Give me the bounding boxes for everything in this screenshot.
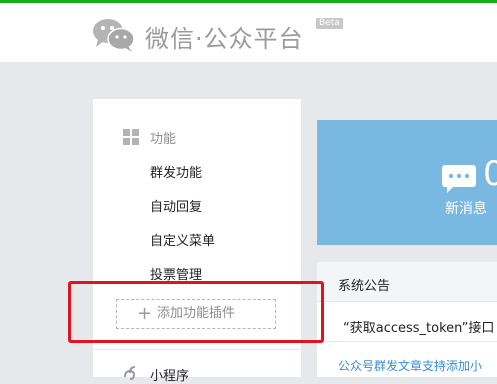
new-message-count: 0 (483, 154, 497, 194)
sidebar-divider (93, 349, 301, 350)
new-message-label: 新消息 (445, 201, 487, 217)
notice-item[interactable]: “获取access_token”接口 (343, 317, 494, 336)
sidebar-item-mass-send[interactable]: 群发功能 (150, 162, 202, 181)
header: 微信·公众平台 Beta (0, 3, 497, 62)
notice-divider (317, 341, 497, 342)
notice-header: 系统公告 (317, 262, 497, 302)
system-notice-panel: 系统公告 “获取access_token”接口 公众号群发文章支持添加小 (317, 262, 497, 377)
mini-program-icon (124, 366, 136, 380)
wechat-logo-icon[interactable] (92, 17, 136, 53)
sidebar-item-auto-reply[interactable]: 自动回复 (150, 196, 202, 215)
sidebar-item-custom-menu[interactable]: 自定义菜单 (150, 230, 215, 249)
brand-title: 微信·公众平台 (145, 25, 304, 53)
new-messages-card[interactable]: 0 新消息 (317, 120, 497, 245)
sidebar-item-mini-program[interactable]: 小程序 (150, 365, 189, 384)
beta-badge: Beta (316, 18, 343, 29)
chat-bubble-icon (442, 165, 476, 193)
grid-icon (123, 129, 139, 145)
highlight-annotation-box (68, 281, 324, 343)
notice-title: 系统公告 (338, 279, 391, 294)
sidebar-section-title: 功能 (150, 132, 177, 147)
notice-link[interactable]: 公众号群发文章支持添加小 (338, 357, 482, 374)
